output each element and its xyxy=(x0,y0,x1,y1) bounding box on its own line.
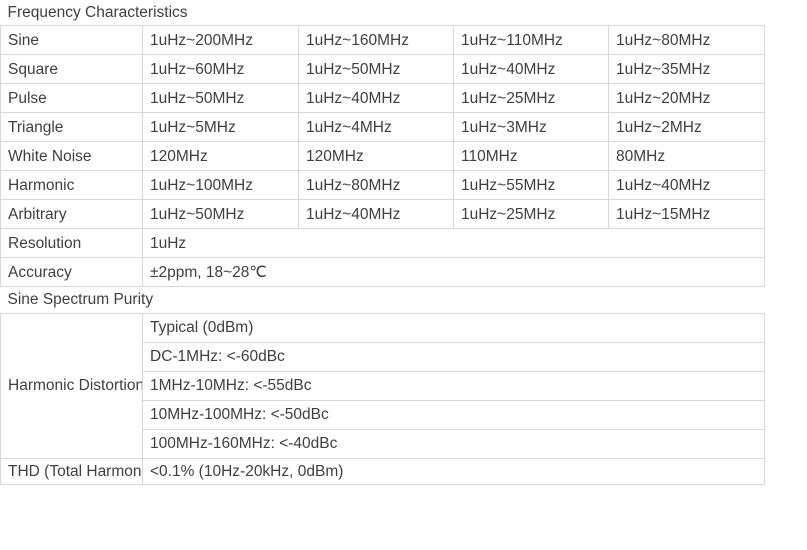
table-row: Harmonic Distortion Typical (0dBm) xyxy=(0,312,766,459)
cell-harmonic-model4: 1uHz~40MHz xyxy=(607,170,766,201)
cell-pulse-model4: 1uHz~20MHz xyxy=(607,83,766,114)
cell-pulse-model1: 1uHz~50MHz xyxy=(142,83,299,114)
table-section-heading-row: Frequency Characteristics xyxy=(0,0,765,27)
cell-arbitrary-model2: 1uHz~40MHz xyxy=(298,199,454,230)
cell-arbitrary-model4: 1uHz~15MHz xyxy=(607,199,766,230)
cell-triangle-model3: 1uHz~3MHz xyxy=(453,112,609,143)
row-label-square: Square xyxy=(0,54,143,85)
cell-sine-model1: 1uHz~200MHz xyxy=(142,25,299,56)
row-label-accuracy: Accuracy xyxy=(0,257,143,288)
cell-sine-model4: 1uHz~80MHz xyxy=(607,25,766,56)
cell-square-model3: 1uHz~40MHz xyxy=(453,54,609,85)
cell-harmonic-distortion-100mhz-160mhz: 100MHz-160MHz: <-40dBc xyxy=(141,428,766,459)
cell-thd-value: <0.1% (10Hz-20kHz, 0dBm) xyxy=(141,457,766,486)
row-label-resolution: Resolution xyxy=(0,228,143,259)
frequency-characteristics-table: Frequency Characteristics Sine 1uHz~200M… xyxy=(0,0,766,486)
cell-harmonic-model3: 1uHz~55MHz xyxy=(453,170,609,201)
table-row: Resolution 1uHz xyxy=(0,228,766,259)
cell-white-noise-model2: 120MHz xyxy=(298,141,454,172)
cell-arbitrary-model3: 1uHz~25MHz xyxy=(453,199,609,230)
cell-harmonic-model1: 1uHz~100MHz xyxy=(142,170,299,201)
table-row: Accuracy ±2ppm, 18~28℃ xyxy=(0,257,766,288)
cell-pulse-model2: 1uHz~40MHz xyxy=(298,83,454,114)
section-heading-sine-spectrum-purity: Sine Spectrum Purity xyxy=(0,286,765,314)
cell-white-noise-model4: 80MHz xyxy=(607,141,766,172)
row-label-white-noise: White Noise xyxy=(0,141,143,172)
cell-white-noise-model1: 120MHz xyxy=(142,141,299,172)
row-label-thd: THD (Total Harmonic Distortion) xyxy=(0,457,143,486)
row-label-sine: Sine xyxy=(0,25,143,56)
cell-harmonic-model2: 1uHz~80MHz xyxy=(298,170,454,201)
cell-harmonic-distortion-1mhz-10mhz: 1MHz-10MHz: <-55dBc xyxy=(141,370,766,401)
cell-triangle-model1: 1uHz~5MHz xyxy=(142,112,299,143)
row-label-pulse: Pulse xyxy=(0,83,143,114)
cell-pulse-model3: 1uHz~25MHz xyxy=(453,83,609,114)
table-row: Triangle 1uHz~5MHz 1uHz~4MHz 1uHz~3MHz 1… xyxy=(0,112,766,143)
row-label-harmonic: Harmonic xyxy=(0,170,143,201)
table-row: White Noise 120MHz 120MHz 110MHz 80MHz xyxy=(0,141,766,172)
table-row: Pulse 1uHz~50MHz 1uHz~40MHz 1uHz~25MHz 1… xyxy=(0,83,766,114)
cell-resolution-value: 1uHz xyxy=(141,228,766,259)
cell-sine-model3: 1uHz~110MHz xyxy=(453,25,609,56)
table-section-heading-row: Sine Spectrum Purity xyxy=(0,286,765,314)
row-label-harmonic-distortion: Harmonic Distortion xyxy=(0,312,143,459)
table-row: Sine 1uHz~200MHz 1uHz~160MHz 1uHz~110MHz… xyxy=(0,25,766,56)
cell-arbitrary-model1: 1uHz~50MHz xyxy=(142,199,299,230)
cell-harmonic-distortion-typical: Typical (0dBm) xyxy=(141,312,766,343)
row-label-arbitrary: Arbitrary xyxy=(0,199,143,230)
cell-accuracy-value: ±2ppm, 18~28℃ xyxy=(141,257,766,288)
cell-square-model1: 1uHz~60MHz xyxy=(142,54,299,85)
cell-triangle-model4: 1uHz~2MHz xyxy=(607,112,766,143)
cell-white-noise-model3: 110MHz xyxy=(453,141,609,172)
cell-sine-model2: 1uHz~160MHz xyxy=(298,25,454,56)
table-row: Arbitrary 1uHz~50MHz 1uHz~40MHz 1uHz~25M… xyxy=(0,199,766,230)
cell-square-model4: 1uHz~35MHz xyxy=(607,54,766,85)
cell-harmonic-distortion-10mhz-100mhz: 10MHz-100MHz: <-50dBc xyxy=(141,399,766,430)
row-label-triangle: Triangle xyxy=(0,112,143,143)
table-row: Harmonic 1uHz~100MHz 1uHz~80MHz 1uHz~55M… xyxy=(0,170,766,201)
cell-harmonic-distortion-dc-1mhz: DC-1MHz: <-60dBc xyxy=(141,341,766,372)
table-row: Square 1uHz~60MHz 1uHz~50MHz 1uHz~40MHz … xyxy=(0,54,766,85)
section-heading-frequency-characteristics: Frequency Characteristics xyxy=(0,0,765,27)
cell-square-model2: 1uHz~50MHz xyxy=(298,54,454,85)
table-row: THD (Total Harmonic Distortion) <0.1% (1… xyxy=(0,457,766,486)
cell-triangle-model2: 1uHz~4MHz xyxy=(298,112,454,143)
